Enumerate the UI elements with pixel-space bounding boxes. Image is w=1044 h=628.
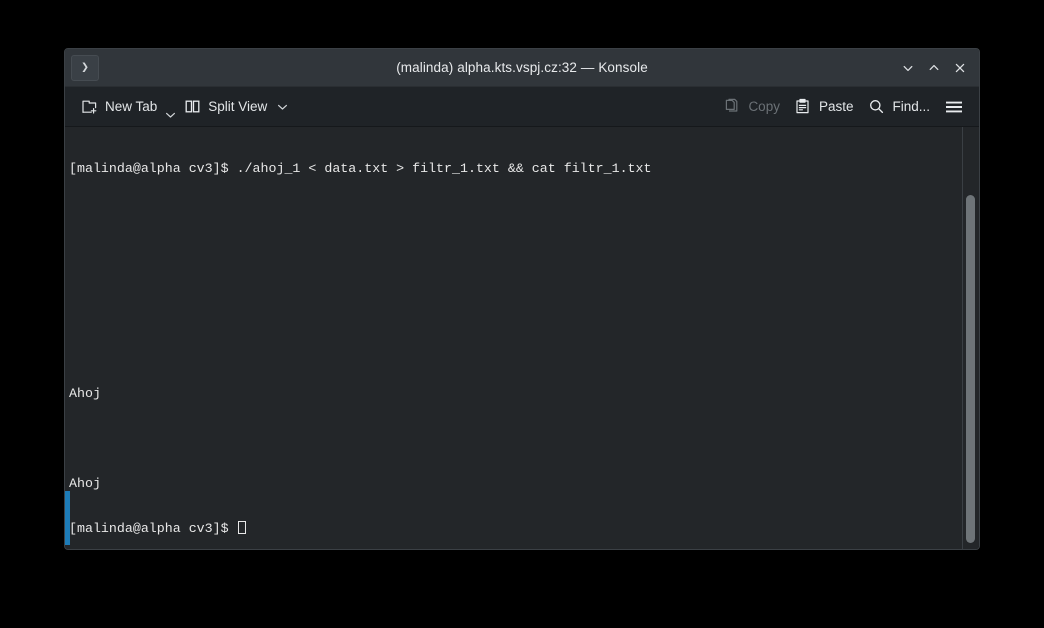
terminal-line: Ahoj (69, 386, 101, 401)
terminal-prompt-glyph: ❯ (81, 60, 89, 75)
paste-label: Paste (818, 99, 854, 114)
scrollbar-thumb[interactable] (966, 195, 975, 543)
terminal-scrollbar[interactable] (962, 127, 979, 549)
new-tab-button[interactable]: New Tab (73, 93, 164, 121)
block-cursor-icon (237, 521, 246, 534)
terminal-output[interactable]: [malinda@alpha cv3]$ ./ahoj_1 < data.txt… (65, 127, 962, 549)
terminal-line: Ahoj (69, 476, 101, 491)
split-view-icon (183, 98, 201, 116)
window-controls (895, 55, 979, 81)
copy-button[interactable]: Copy (716, 93, 787, 121)
close-button[interactable] (947, 55, 973, 81)
maximize-button[interactable] (921, 55, 947, 81)
terminal-prompt-line: [malinda@alpha cv3]$ (69, 521, 962, 536)
new-tab-label: New Tab (105, 99, 158, 114)
hamburger-menu-button[interactable] (937, 93, 971, 121)
copy-label: Copy (748, 99, 780, 114)
paste-icon (794, 98, 812, 116)
paste-button[interactable]: Paste (787, 93, 861, 121)
terminal-line: [malinda@alpha cv3]$ ./ahoj_1 < data.txt… (69, 161, 652, 176)
find-button[interactable]: Find... (860, 93, 937, 121)
active-session-marker (65, 491, 70, 545)
app-menu-icon[interactable]: ❯ (71, 54, 99, 81)
terminal-area[interactable]: [malinda@alpha cv3]$ ./ahoj_1 < data.txt… (65, 127, 979, 549)
toolbar-right-group: Copy Paste Find... (716, 93, 971, 121)
new-tab-dropdown-chevron-down-icon[interactable] (164, 93, 176, 120)
minimize-button[interactable] (895, 55, 921, 81)
toolbar: New Tab Split View Copy Paste Find... (65, 87, 979, 127)
split-view-dropdown-chevron-down-icon[interactable] (274, 94, 290, 120)
split-view-button[interactable]: Split View (176, 93, 274, 121)
find-label: Find... (892, 99, 930, 114)
shell-prompt: [malinda@alpha cv3]$ (69, 521, 237, 536)
copy-icon (723, 98, 741, 116)
window-title: (malinda) alpha.kts.vspj.cz:32 — Konsole (396, 60, 648, 75)
hamburger-icon (944, 98, 964, 116)
titlebar: ❯ (malinda) alpha.kts.vspj.cz:32 — Konso… (65, 49, 979, 87)
split-view-label: Split View (208, 99, 268, 114)
search-icon (867, 98, 885, 116)
new-tab-icon (80, 98, 98, 116)
konsole-window: ❯ (malinda) alpha.kts.vspj.cz:32 — Konso… (64, 48, 980, 550)
